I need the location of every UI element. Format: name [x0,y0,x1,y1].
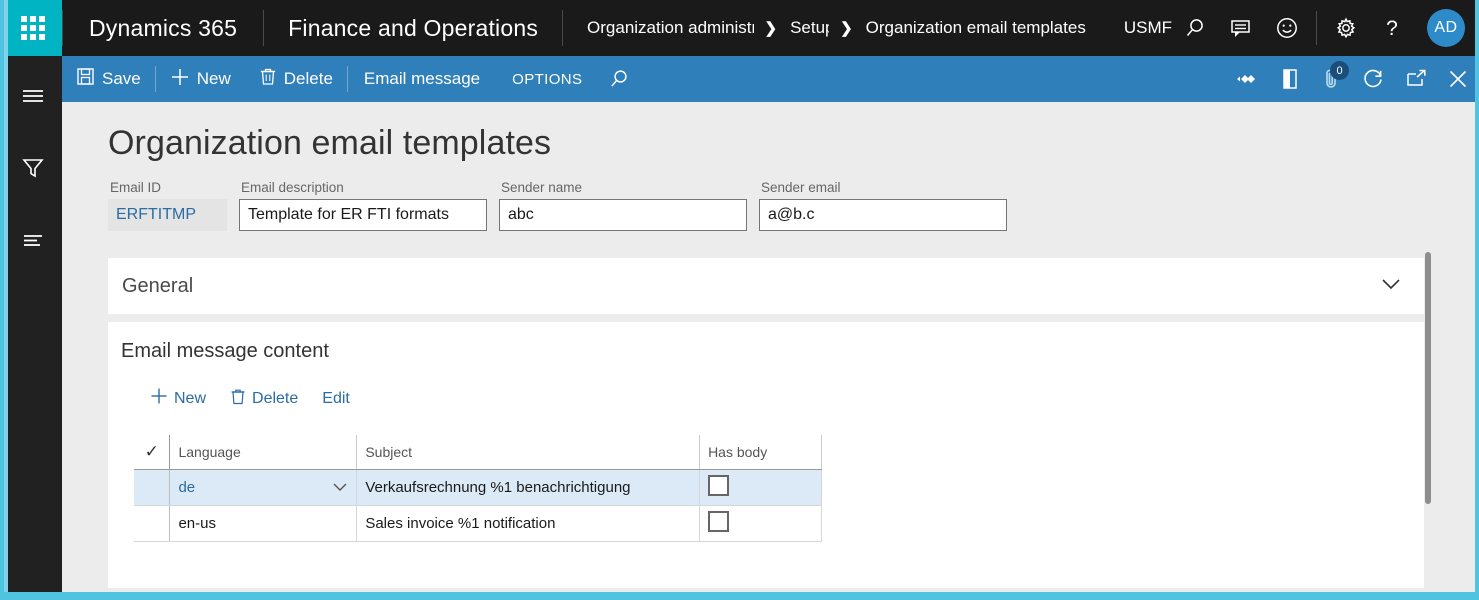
breadcrumb-item-setup[interactable]: Setup [788,18,829,38]
refresh-icon[interactable] [1353,56,1395,102]
grid-new-button-label: New [174,390,206,408]
relate-icon[interactable] [1227,56,1269,102]
cell-subject[interactable]: Sales invoice %1 notification [357,505,700,541]
table-row[interactable]: en-us Sales invoice %1 notification [134,505,822,541]
row-selector[interactable] [134,505,170,541]
window-frame-right [1475,0,1479,600]
tab-email-message[interactable]: Email message [348,56,496,102]
sender-email-field[interactable] [759,199,1007,231]
trash-icon [259,67,277,91]
email-id-field[interactable] [108,199,227,231]
cell-language-value: de [178,479,195,496]
chevron-right-icon: ❯ [829,19,864,37]
app-launcher-waffle-icon[interactable] [4,0,62,56]
grid-edit-button[interactable]: Edit [310,386,362,412]
email-message-content-grid: ✓ Language Subject Has body de [134,435,822,542]
page-content: Organization email templates Email ID Em… [62,102,1475,590]
chevron-down-icon[interactable] [1380,277,1424,296]
chevron-down-icon[interactable] [332,479,348,496]
feedback-smiley-icon[interactable] [1264,0,1310,56]
email-message-content-panel: Email message content New [108,322,1424,588]
plus-icon [170,67,190,92]
help-icon[interactable]: ? [1369,0,1415,56]
column-header-subject[interactable]: Subject [357,435,700,469]
grid-new-button[interactable]: New [138,383,218,414]
breadcrumb-item-organization-administration[interactable]: Organization administratio [585,18,753,38]
sender-email-label: Sender email [759,180,1007,195]
top-nav-icon-group: ? AD [1172,0,1475,56]
top-navigation-bar: Dynamics 365 Finance and Operations Orga… [4,0,1475,56]
brand-title[interactable]: Dynamics 365 [63,15,263,42]
grid-edit-button-label: Edit [322,390,350,408]
panel-title: Email message content [108,322,1424,363]
toolbar-search-icon[interactable] [598,56,640,102]
trash-icon [230,388,246,410]
left-navigation-rail [4,56,62,592]
page-title: Organization email templates [108,124,551,163]
module-title[interactable]: Finance and Operations [264,15,562,42]
column-header-language[interactable]: Language [170,435,357,469]
cell-has-body[interactable] [700,469,822,505]
fasttab-general[interactable]: General [108,258,1424,314]
window-frame-accent [4,0,8,592]
tab-options[interactable]: OPTIONS [496,56,598,102]
breadcrumb-item-organization-email-templates[interactable]: Organization email templates [864,18,1088,38]
attachments-count-badge: 0 [1330,61,1349,80]
message-icon[interactable] [1218,0,1264,56]
email-description-field-group: Email description [239,180,487,231]
office-integration-icon[interactable] [1269,56,1311,102]
new-button-label: New [197,69,231,89]
email-description-label: Email description [239,180,487,195]
select-all-checkbox[interactable]: ✓ [134,435,170,469]
save-button-label: Save [102,69,141,89]
settings-gear-icon[interactable] [1323,0,1369,56]
avatar[interactable]: AD [1427,9,1465,47]
has-body-checkbox[interactable] [708,475,729,496]
email-id-label: Email ID [108,180,227,195]
sender-name-field[interactable] [499,199,747,231]
sender-name-field-group: Sender name [499,180,747,231]
row-selector[interactable] [134,469,170,505]
search-icon[interactable] [1172,0,1218,56]
chevron-right-icon: ❯ [754,19,789,37]
header-fields: Email ID Email description Sender name S… [108,180,1019,231]
delete-button[interactable]: Delete [245,56,347,102]
table-row[interactable]: de Verkaufsrechnung %1 benachrichtigung [134,469,822,505]
save-button[interactable]: Save [62,56,155,102]
email-id-field-group: Email ID [108,180,227,231]
action-pane-toolbar: Save New Delete [62,56,1475,102]
sender-email-field-group: Sender email [759,180,1007,231]
navigation-menu-icon[interactable] [4,68,62,124]
cell-has-body[interactable] [700,505,822,541]
action-pane-right-icons: 0 [1227,56,1475,102]
grid-delete-button-label: Delete [252,390,298,408]
column-header-has-body[interactable]: Has body [700,435,822,469]
new-button[interactable]: New [156,56,245,102]
content-scrollbar[interactable] [1425,252,1431,504]
email-description-field[interactable] [239,199,487,231]
grid-header-row: ✓ Language Subject Has body [134,435,822,469]
sender-name-label: Sender name [499,180,747,195]
close-icon[interactable] [1437,56,1475,102]
fasttab-general-title: General [108,275,193,298]
company-selector[interactable]: USMF [1124,18,1172,38]
popout-icon[interactable] [1395,56,1437,102]
list-icon[interactable] [4,212,62,268]
nav-divider [1316,11,1317,45]
cell-subject[interactable]: Verkaufsrechnung %1 benachrichtigung [357,469,700,505]
svg-text:?: ? [1386,17,1398,40]
cell-language[interactable]: en-us [170,505,357,541]
breadcrumb: Organization administratio ❯ Setup ❯ Org… [563,18,1172,38]
cell-language[interactable]: de [170,469,357,505]
has-body-checkbox[interactable] [708,511,729,532]
grid-toolbar: New Delete Edit [138,383,1424,414]
plus-icon [150,387,168,410]
attachments-icon[interactable]: 0 [1311,56,1353,102]
delete-button-label: Delete [284,69,333,89]
app-window: Dynamics 365 Finance and Operations Orga… [4,0,1475,592]
filter-icon[interactable] [4,140,62,196]
grid-delete-button[interactable]: Delete [218,384,310,414]
save-floppy-icon [76,67,95,91]
window-frame-bottom [0,592,1479,600]
